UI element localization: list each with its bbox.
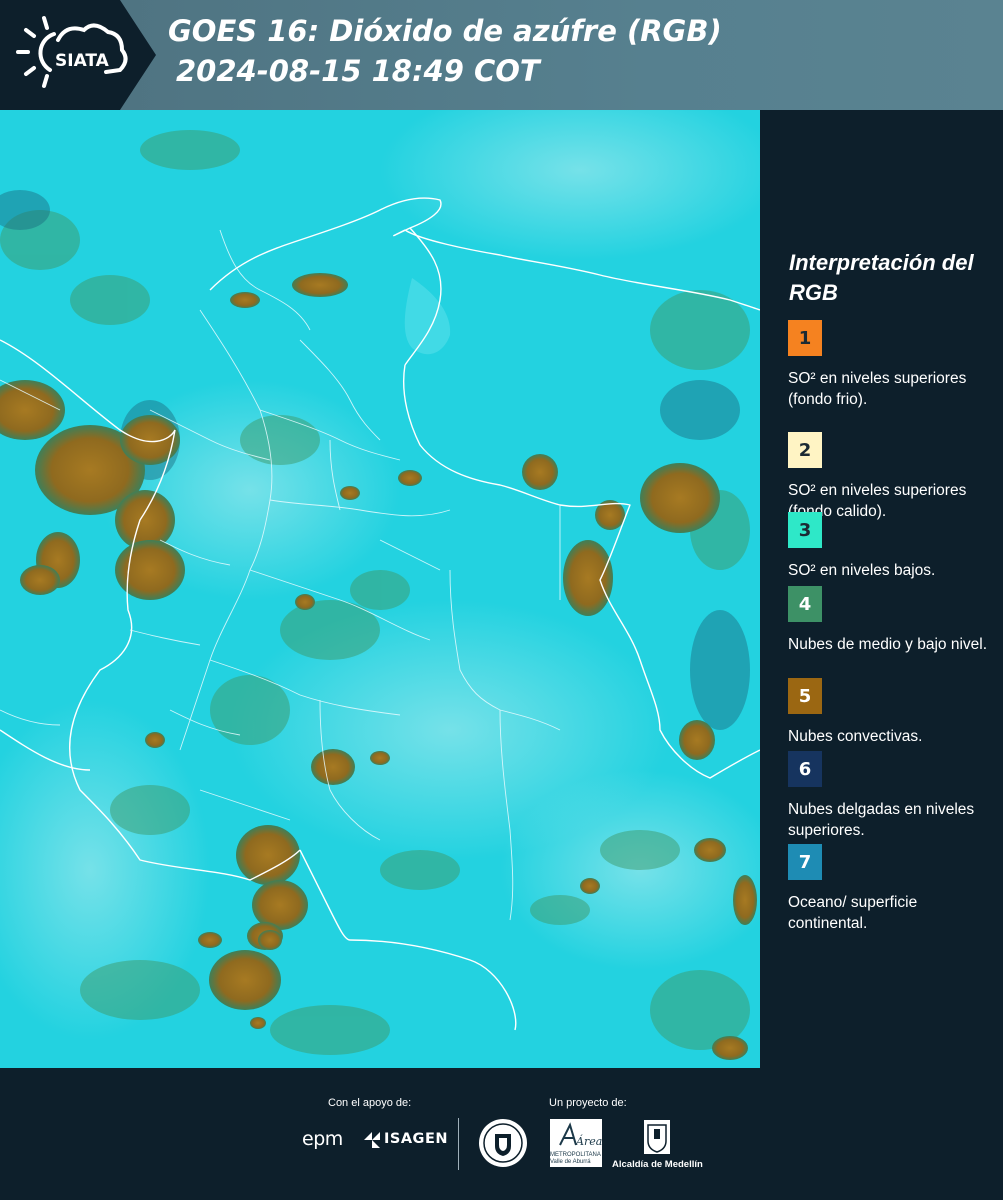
legend-item-1: 1 SO² en niveles superiores (fondo frio). bbox=[788, 320, 993, 410]
footer: Con el apoyo de: Un proyecto de: epm ISA… bbox=[0, 1068, 1003, 1200]
isagen-logo: ISAGEN bbox=[384, 1131, 449, 1147]
epm-logo: epm bbox=[302, 1128, 343, 1150]
header: SIATA GOES 16: Dióxido de azúfre (RGB) 2… bbox=[0, 0, 1003, 110]
legend-label: Nubes delgadas en niveles superiores. bbox=[788, 801, 975, 839]
legend-swatch: 5 bbox=[788, 678, 822, 714]
legend-item-2: 2 SO² en niveles superiores (fondo calido… bbox=[788, 432, 993, 522]
legend-swatch: 3 bbox=[788, 512, 822, 548]
satellite-map bbox=[0, 110, 760, 1068]
medellin-seal bbox=[479, 1119, 527, 1167]
page-timestamp: 2024-08-15 18:49 COT bbox=[176, 54, 540, 88]
legend-swatch: 4 bbox=[788, 586, 822, 622]
legend-item-6: 6 Nubes delgadas en niveles superiores. bbox=[788, 751, 993, 841]
footer-divider bbox=[458, 1118, 459, 1170]
siata-logo-text: SIATA bbox=[55, 51, 110, 71]
legend-title: Interpretación del RGB bbox=[789, 250, 974, 305]
area-logo-text: Área bbox=[575, 1134, 602, 1148]
legend-swatch: 2 bbox=[788, 432, 822, 468]
legend-item-5: 5 Nubes convectivas. bbox=[788, 678, 993, 747]
legend-label: SO² en niveles bajos. bbox=[788, 562, 936, 579]
legend-swatch: 7 bbox=[788, 844, 822, 880]
legend-item-7: 7 Oceano/ superficie continental. bbox=[788, 844, 993, 934]
legend-label: Nubes convectivas. bbox=[788, 728, 923, 745]
siata-logo: SIATA bbox=[16, 16, 128, 88]
legend-item-4: 4 Nubes de medio y bajo nivel. bbox=[788, 586, 993, 655]
support-label: Con el apoyo de: bbox=[328, 1097, 412, 1109]
legend-label: SO² en niveles superiores (fondo frio). bbox=[788, 370, 967, 408]
legend-panel: Interpretación del RGB 1 SO² en niveles s… bbox=[760, 110, 1003, 1068]
project-label: Un proyecto de: bbox=[549, 1097, 627, 1109]
isagen-logo-mark bbox=[364, 1132, 380, 1148]
satellite-image bbox=[0, 110, 760, 1068]
legend-label: Nubes de medio y bajo nivel. bbox=[788, 636, 988, 653]
page-title: GOES 16: Dióxido de azúfre (RGB) bbox=[168, 14, 722, 48]
alcaldia-label: Alcaldía de Medellín bbox=[612, 1159, 703, 1170]
alcaldia-shield-icon bbox=[644, 1120, 670, 1154]
legend-item-3: 3 SO² en niveles bajos. bbox=[788, 512, 993, 581]
area-metropolitana-name: METROPOLITANA Valle de Aburrá bbox=[550, 1152, 601, 1165]
legend-label: Oceano/ superficie continental. bbox=[788, 894, 918, 932]
legend-swatch: 6 bbox=[788, 751, 822, 787]
legend-swatch: 1 bbox=[788, 320, 822, 356]
